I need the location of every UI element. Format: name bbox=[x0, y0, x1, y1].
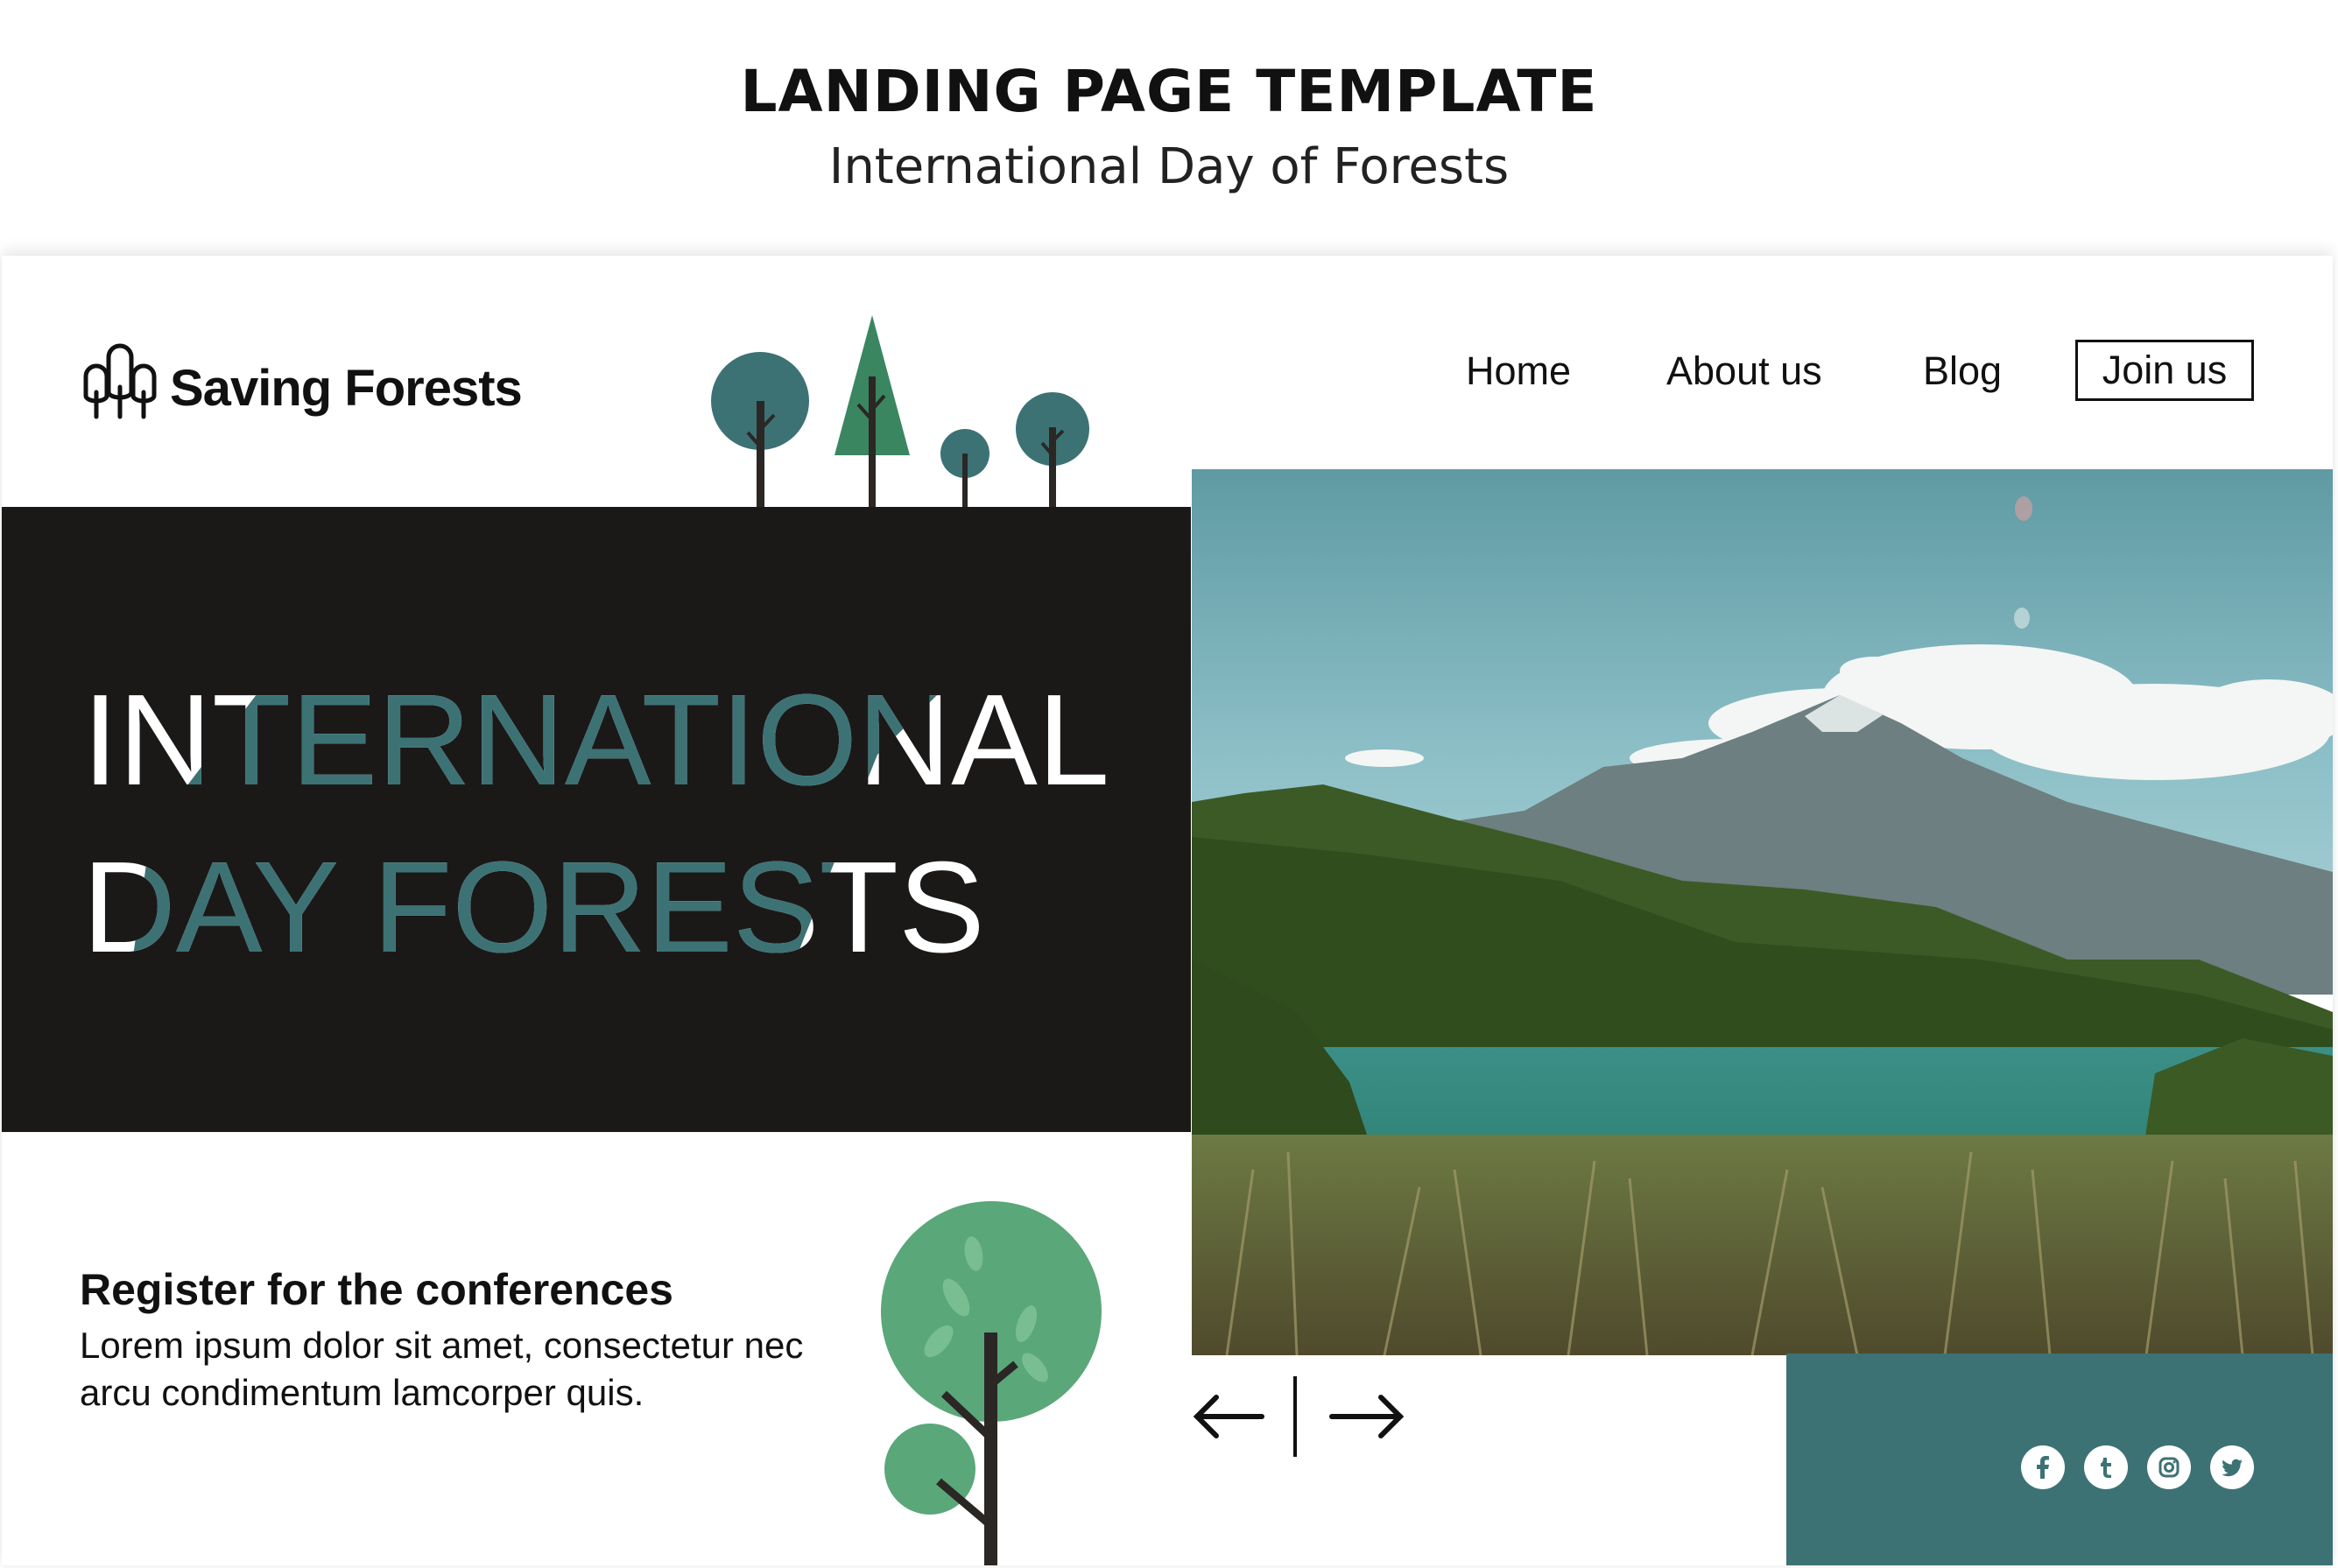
facebook-icon[interactable] bbox=[2021, 1445, 2065, 1489]
trees-logo-icon bbox=[83, 343, 157, 419]
register-heading: Register for the conferences bbox=[80, 1265, 673, 1314]
brand-name: Saving Forests bbox=[170, 359, 523, 417]
join-us-button[interactable]: Join us bbox=[2075, 340, 2254, 401]
twitter-icon[interactable] bbox=[2210, 1445, 2254, 1489]
page-title: LANDING PAGE TEMPLATE bbox=[740, 58, 1598, 125]
nav-blog[interactable]: Blog bbox=[1923, 348, 2002, 394]
big-tree-icon bbox=[881, 1201, 1102, 1565]
decorative-trees-icon bbox=[711, 315, 1089, 510]
page-subtitle: International Day of Forests bbox=[828, 138, 1510, 195]
social-links bbox=[2021, 1445, 2254, 1489]
instagram-icon[interactable] bbox=[2147, 1445, 2191, 1489]
register-body: Lorem ipsum dolor sit amet, consectetur … bbox=[80, 1325, 804, 1413]
site-logo[interactable]: Saving Forests bbox=[79, 331, 523, 422]
nav-about-us[interactable]: About us bbox=[1666, 348, 1822, 394]
tumblr-icon[interactable] bbox=[2084, 1445, 2128, 1489]
nav-home[interactable]: Home bbox=[1466, 348, 1571, 394]
arrow-right-icon[interactable] bbox=[1329, 1395, 1405, 1438]
landing-page-mockup: Saving Forests Home About us Blog Join u… bbox=[2, 256, 2333, 1565]
hero-landscape-photo bbox=[1192, 469, 2333, 1355]
carousel-controls bbox=[1193, 1376, 1405, 1457]
hero-title: INTERNATIONAL DAY FORESTS INTERNATIONAL … bbox=[82, 668, 1109, 980]
arrow-left-icon[interactable] bbox=[1193, 1395, 1264, 1438]
